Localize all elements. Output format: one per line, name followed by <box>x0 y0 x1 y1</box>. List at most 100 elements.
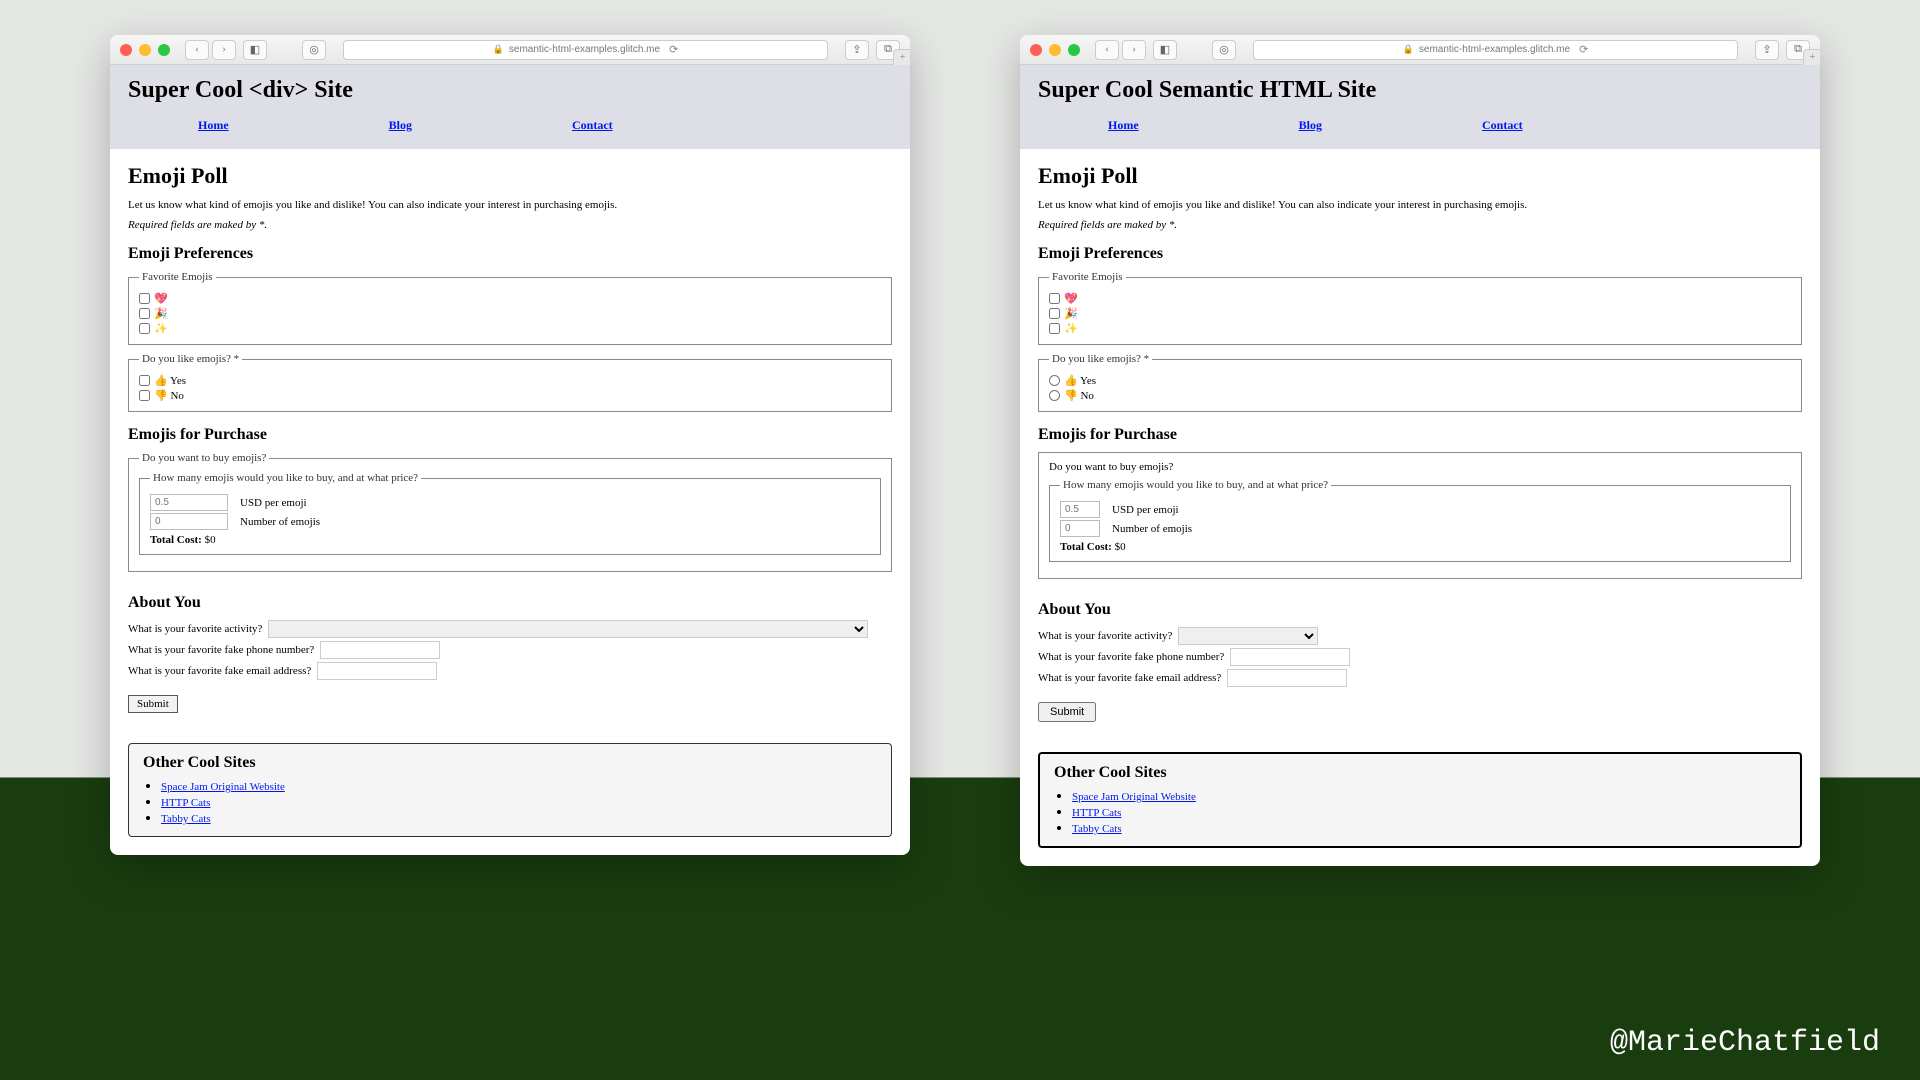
like-no-checkbox[interactable] <box>139 390 150 401</box>
back-button[interactable]: ‹ <box>185 40 209 60</box>
nav-blog[interactable]: Blog <box>389 118 412 133</box>
purchase-fieldset: Do you want to buy emojis? How many emoj… <box>1038 452 1802 579</box>
activity-select[interactable] <box>1178 627 1318 645</box>
favorite-emojis-fieldset: Favorite Emojis 💖 🎉 ✨ <box>1038 271 1802 345</box>
description: Let us know what kind of emojis you like… <box>128 199 892 211</box>
reload-icon[interactable]: ⟳ <box>1579 43 1588 56</box>
count-input[interactable] <box>150 513 228 530</box>
like-yes-label: 👍 Yes <box>154 374 186 387</box>
privacy-button[interactable]: ◎ <box>302 40 326 60</box>
total-value: $0 <box>205 534 216 546</box>
traffic-lights <box>1030 44 1080 56</box>
want-legend: Do you want to buy emojis? <box>139 452 269 464</box>
link-spacejam[interactable]: Space Jam Original Website <box>1072 791 1196 803</box>
phone-input[interactable] <box>1230 648 1350 666</box>
address-bar[interactable]: 🔒 semantic-html-examples.glitch.me ⟳ <box>343 40 828 60</box>
share-button[interactable]: ⇪ <box>1755 40 1779 60</box>
like-yes-radio[interactable] <box>1049 375 1060 386</box>
favorite-emojis-fieldset: Favorite Emojis 💖 🎉 ✨ <box>128 271 892 345</box>
minimize-icon[interactable] <box>139 44 151 56</box>
price-input[interactable] <box>1060 501 1100 518</box>
content: Emoji Poll Let us know what kind of emoj… <box>110 149 910 731</box>
submit-button[interactable]: Submit <box>1038 702 1096 722</box>
content: Emoji Poll Let us know what kind of emoj… <box>1020 149 1820 740</box>
close-icon[interactable] <box>1030 44 1042 56</box>
activity-label: What is your favorite activity? <box>128 623 262 635</box>
nav-blog[interactable]: Blog <box>1299 118 1322 133</box>
howmany-legend: How many emojis would you like to buy, a… <box>1060 479 1331 491</box>
titlebar: ‹ › ◧ ◎ 🔒 semantic-html-examples.glitch.… <box>110 35 910 65</box>
new-tab-button[interactable]: + <box>893 49 910 65</box>
maximize-icon[interactable] <box>1068 44 1080 56</box>
email-input[interactable] <box>1227 669 1347 687</box>
nav-contact[interactable]: Contact <box>1482 118 1523 133</box>
preferences-heading: Emoji Preferences <box>128 245 892 263</box>
fav-option: ✨ <box>139 321 881 336</box>
other-sites-box: Other Cool Sites Space Jam Original Webs… <box>1038 752 1802 848</box>
preferences-heading: Emoji Preferences <box>1038 245 1802 263</box>
link-spacejam[interactable]: Space Jam Original Website <box>161 781 285 793</box>
link-httpcats[interactable]: HTTP Cats <box>1072 807 1121 819</box>
site-header: Super Cool Semantic HTML Site Home Blog … <box>1020 65 1820 149</box>
like-no-label: 👎 No <box>1064 389 1094 402</box>
purchase-fieldset: Do you want to buy emojis? How many emoj… <box>128 452 892 572</box>
titlebar: ‹ › ◧ ◎ 🔒 semantic-html-examples.glitch.… <box>1020 35 1820 65</box>
browser-window-div-site: ‹ › ◧ ◎ 🔒 semantic-html-examples.glitch.… <box>110 35 910 855</box>
phone-label: What is your favorite fake phone number? <box>1038 651 1224 663</box>
total-value: $0 <box>1115 541 1126 553</box>
total-cost: Total Cost: $0 <box>150 534 870 546</box>
like-yes-checkbox[interactable] <box>139 375 150 386</box>
new-tab-button[interactable]: + <box>1803 49 1820 65</box>
close-icon[interactable] <box>120 44 132 56</box>
like-emojis-legend: Do you like emojis? * <box>139 353 242 365</box>
activity-select[interactable] <box>268 620 868 638</box>
price-input[interactable] <box>150 494 228 511</box>
link-tabbycats[interactable]: Tabby Cats <box>161 813 211 825</box>
fav-checkbox[interactable] <box>139 308 150 319</box>
required-note: Required fields are maked by *. <box>1038 219 1802 231</box>
sidebar-button[interactable]: ◧ <box>243 40 267 60</box>
back-button[interactable]: ‹ <box>1095 40 1119 60</box>
forward-button[interactable]: › <box>1122 40 1146 60</box>
count-input[interactable] <box>1060 520 1100 537</box>
phone-label: What is your favorite fake phone number? <box>128 644 314 656</box>
about-heading: About You <box>1038 601 1802 619</box>
browser-window-semantic-site: ‹ › ◧ ◎ 🔒 semantic-html-examples.glitch.… <box>1020 35 1820 866</box>
favorite-emojis-legend: Favorite Emojis <box>1049 271 1126 283</box>
about-heading: About You <box>128 594 892 612</box>
email-input[interactable] <box>317 662 437 680</box>
submit-button[interactable]: Submit <box>128 695 178 713</box>
phone-input[interactable] <box>320 641 440 659</box>
fav-checkbox[interactable] <box>1049 323 1060 334</box>
total-cost: Total Cost: $0 <box>1060 541 1780 553</box>
author-handle: @MarieChatfield <box>1610 1026 1880 1060</box>
nav-home[interactable]: Home <box>1108 118 1139 133</box>
privacy-button[interactable]: ◎ <box>1212 40 1236 60</box>
minimize-icon[interactable] <box>1049 44 1061 56</box>
nav-home[interactable]: Home <box>198 118 229 133</box>
maximize-icon[interactable] <box>158 44 170 56</box>
fav-checkbox[interactable] <box>1049 308 1060 319</box>
share-button[interactable]: ⇪ <box>845 40 869 60</box>
sidebar-button[interactable]: ◧ <box>1153 40 1177 60</box>
like-emojis-fieldset: Do you like emojis? * 👍 Yes 👎 No <box>1038 353 1802 412</box>
link-httpcats[interactable]: HTTP Cats <box>161 797 210 809</box>
nav-contact[interactable]: Contact <box>572 118 613 133</box>
link-tabbycats[interactable]: Tabby Cats <box>1072 823 1122 835</box>
like-no-radio[interactable] <box>1049 390 1060 401</box>
address-bar[interactable]: 🔒 semantic-html-examples.glitch.me ⟳ <box>1253 40 1738 60</box>
fav-checkbox[interactable] <box>1049 293 1060 304</box>
purchase-heading: Emojis for Purchase <box>128 426 892 444</box>
want-legend: Do you want to buy emojis? <box>1049 461 1791 473</box>
count-label: Number of emojis <box>240 516 320 528</box>
page-title: Emoji Poll <box>1038 163 1802 189</box>
fav-checkbox[interactable] <box>139 293 150 304</box>
reload-icon[interactable]: ⟳ <box>669 43 678 56</box>
forward-button[interactable]: › <box>212 40 236 60</box>
page-body: Super Cool Semantic HTML Site Home Blog … <box>1020 65 1820 848</box>
site-header: Super Cool <div> Site Home Blog Contact <box>110 65 910 149</box>
count-label: Number of emojis <box>1112 523 1192 535</box>
fav-checkbox[interactable] <box>139 323 150 334</box>
fav-label: 💖 <box>1064 292 1078 305</box>
like-no-label: 👎 No <box>154 389 184 402</box>
